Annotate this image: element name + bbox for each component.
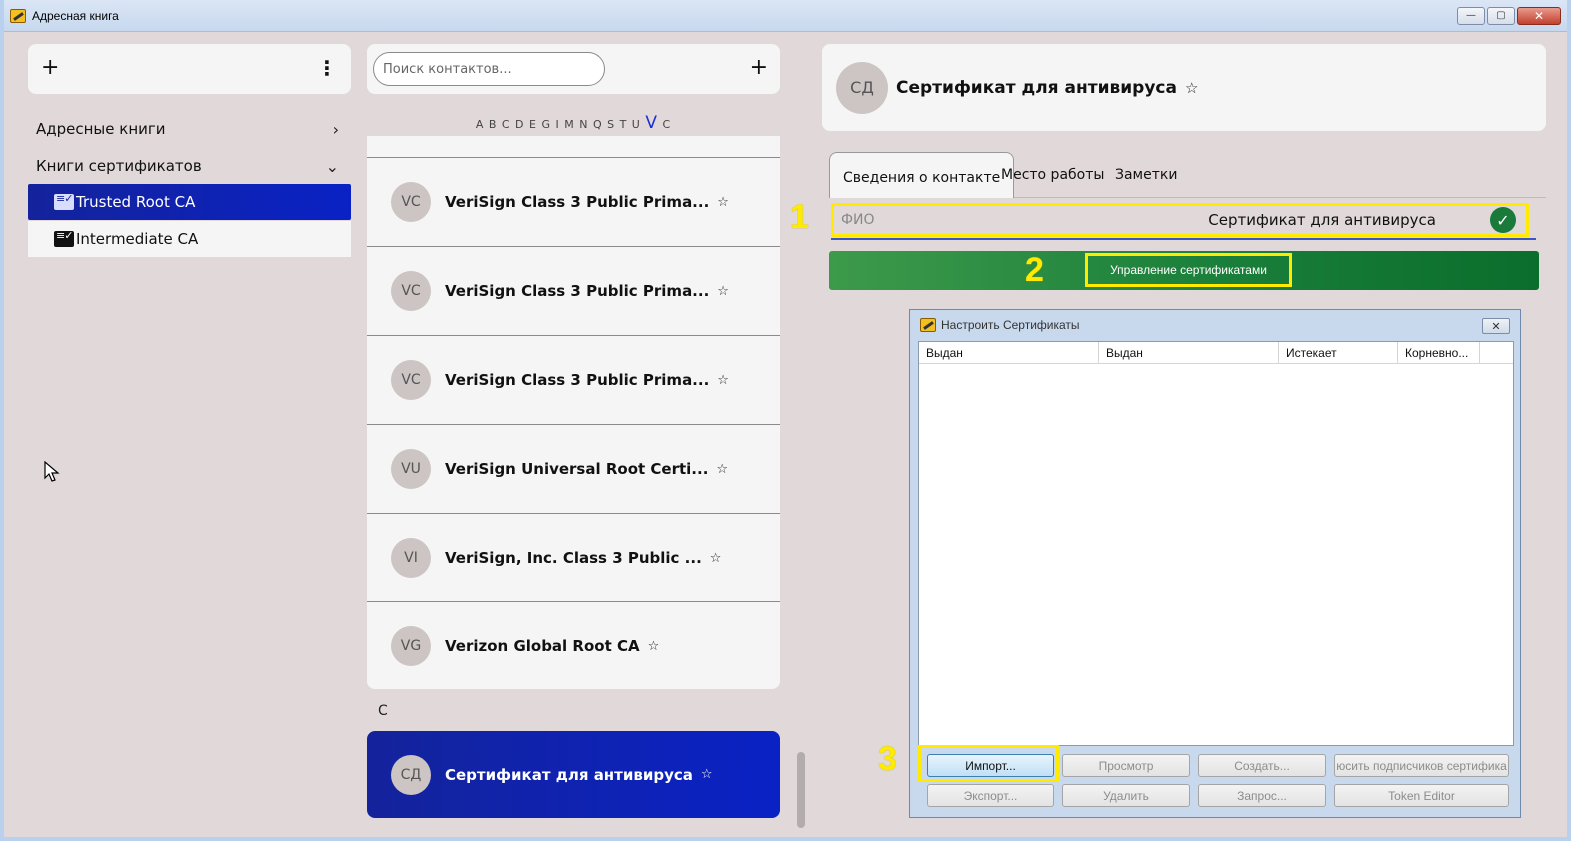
contact-name: Сертификат для антивируса <box>445 765 693 784</box>
avatar: VC <box>391 182 431 222</box>
list-item[interactable]: VC VeriSign Class 3 Public Prima... ☆ <box>367 157 780 246</box>
check-icon: ✓ <box>1490 207 1516 233</box>
alphabet-letters-after[interactable]: C <box>662 118 671 131</box>
book-item-trusted-root-ca[interactable]: Trusted Root CA <box>28 184 351 220</box>
fio-label: ФИО <box>841 212 875 228</box>
view-button[interactable]: Просмотр <box>1062 754 1190 777</box>
list-item[interactable]: VC VeriSign Class 3 Public Prima... ☆ <box>367 335 780 424</box>
tab-workplace[interactable]: Место работы <box>988 152 1117 198</box>
contact-title: Сертификат для антивируса <box>896 77 1177 98</box>
nav-cert-books[interactable]: Книги сертификатов ⌄ <box>28 148 351 184</box>
left-toolbar: + ⋮ <box>28 44 351 94</box>
fio-value[interactable]: Сертификат для антивируса <box>1208 211 1436 229</box>
avatar: VG <box>391 626 431 666</box>
contact-name: VeriSign Class 3 Public Prima... <box>445 371 710 389</box>
more-menu-icon[interactable]: ⋮ <box>317 56 337 80</box>
checklist-icon <box>54 192 74 210</box>
checklist-icon <box>54 229 74 247</box>
manage-certificates-button[interactable]: Управление сертификатами <box>1085 253 1292 287</box>
section-header: C <box>378 703 388 719</box>
list-item[interactable]: VI VeriSign, Inc. Class 3 Public ... ☆ <box>367 513 780 602</box>
contact-header: СД Сертификат для антивируса ☆ <box>822 44 1546 131</box>
book-label: Intermediate CA <box>76 230 199 248</box>
tab-notes[interactable]: Заметки <box>1102 152 1190 198</box>
close-button[interactable]: ✕ <box>1517 7 1561 25</box>
star-icon[interactable]: ☆ <box>710 551 722 566</box>
contact-name: Verizon Global Root CA <box>445 637 640 655</box>
import-highlight-frame <box>918 745 1059 782</box>
book-item-intermediate-ca[interactable]: Intermediate CA <box>28 221 351 257</box>
star-icon[interactable]: ☆ <box>717 373 729 388</box>
annotation-number: 2 <box>1025 251 1044 289</box>
nav-label: Книги сертификатов <box>36 157 202 175</box>
column-header[interactable]: Корневно... <box>1398 342 1480 364</box>
avatar: VC <box>391 360 431 400</box>
table-header: Выдан Выдан Истекает Корневно... <box>919 342 1513 364</box>
contacts-toolbar: + <box>367 44 780 94</box>
list-item-selected[interactable]: СД Сертификат для антивируса ☆ <box>367 731 780 818</box>
delete-button[interactable]: Удалить <box>1062 784 1190 807</box>
maximize-button[interactable]: ▢ <box>1487 7 1515 25</box>
app-icon <box>10 8 26 23</box>
title-bar: Адресная книга — ▢ ✕ <box>4 0 1567 32</box>
scrollbar-thumb[interactable] <box>797 752 805 828</box>
alphabet-current-letter[interactable]: V <box>645 113 658 133</box>
app-icon <box>920 318 936 332</box>
avatar: VI <box>391 538 431 578</box>
list-item[interactable]: VG Verizon Global Root CA ☆ <box>367 601 780 689</box>
avatar: VC <box>391 271 431 311</box>
annotation-number: 1 <box>790 198 809 236</box>
contact-name: VeriSign, Inc. Class 3 Public ... <box>445 549 702 567</box>
list-item[interactable]: VU VeriSign Universal Root Certi... ☆ <box>367 424 780 513</box>
create-button[interactable]: Создать... <box>1198 754 1326 777</box>
column-header[interactable]: Выдан <box>1099 342 1279 364</box>
add-contact-button[interactable]: + <box>750 55 768 80</box>
contact-list: VC VeriSign Class 3 Public Prima... ☆ VC… <box>367 136 780 689</box>
chevron-down-icon: ⌄ <box>325 156 339 176</box>
avatar: СД <box>391 754 431 795</box>
annotation-number: 3 <box>878 740 897 778</box>
list-item[interactable]: VC VeriSign Class 3 Public Prima... ☆ <box>367 246 780 335</box>
add-book-button[interactable]: + <box>41 55 59 80</box>
address-book-window: Адресная книга — ▢ ✕ + ⋮ Адресные книги … <box>0 0 1571 841</box>
avatar: VU <box>391 449 431 489</box>
contact-name: VeriSign Class 3 Public Prima... <box>445 282 710 300</box>
close-icon[interactable]: ✕ <box>1482 318 1510 334</box>
star-icon[interactable]: ☆ <box>717 284 729 299</box>
book-label: Trusted Root CA <box>76 193 196 211</box>
minimize-button[interactable]: — <box>1457 7 1485 25</box>
contact-tabs: Сведения о контакте Место работы Заметки <box>829 152 1546 198</box>
fio-field[interactable]: ФИО Сертификат для антивируса ✓ <box>831 203 1529 237</box>
star-icon[interactable]: ☆ <box>716 462 728 477</box>
dialog-title: Настроить Сертификаты <box>941 318 1080 332</box>
trust-subscribers-button[interactable]: юсить подписчиков сертифика <box>1334 754 1509 777</box>
token-editor-button[interactable]: Token Editor <box>1334 784 1509 807</box>
contact-name: VeriSign Class 3 Public Prima... <box>445 193 710 211</box>
nav-address-books[interactable]: Адресные книги › <box>28 111 351 147</box>
certificates-table[interactable]: Выдан Выдан Истекает Корневно... <box>918 341 1514 746</box>
export-button[interactable]: Экспорт... <box>927 784 1054 807</box>
alphabet-index[interactable]: A B C D E G I M N Q S T U V C <box>367 113 780 133</box>
star-icon[interactable]: ☆ <box>701 767 713 782</box>
nav-label: Адресные книги <box>36 120 166 138</box>
tab-contact-info[interactable]: Сведения о контакте <box>829 152 1015 198</box>
star-icon[interactable]: ☆ <box>717 195 729 210</box>
column-header[interactable]: Выдан <box>919 342 1099 364</box>
field-underline <box>831 238 1536 240</box>
chevron-right-icon: › <box>332 119 339 139</box>
alphabet-letters[interactable]: A B C D E G I M N Q S T U <box>476 118 641 131</box>
star-icon[interactable]: ☆ <box>648 639 660 654</box>
search-input[interactable] <box>373 52 605 86</box>
column-header[interactable]: Истекает <box>1279 342 1398 364</box>
star-icon[interactable]: ☆ <box>1185 79 1198 97</box>
avatar: СД <box>836 61 888 114</box>
configure-certificates-dialog: Настроить Сертификаты ✕ Выдан Выдан Исте… <box>909 309 1521 818</box>
request-button[interactable]: Запрос... <box>1198 784 1326 807</box>
window-title: Адресная книга <box>32 8 119 23</box>
contact-name: VeriSign Universal Root Certi... <box>445 460 709 478</box>
